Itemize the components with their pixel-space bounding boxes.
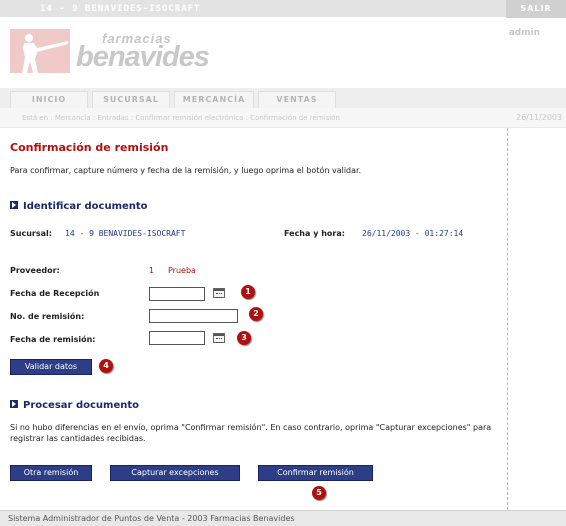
remision-number-label: No. de remisión: xyxy=(10,312,85,321)
step-marker-1: 1 xyxy=(241,285,255,299)
header: farmacias benavides admin xyxy=(0,18,566,88)
supplier-label: Proveedor: xyxy=(10,266,60,275)
section-arrow-icon xyxy=(10,400,18,408)
footer-text: Sistema Administrador de Puntos de Venta… xyxy=(8,514,295,523)
tab-sucursal[interactable]: SUCURSAL xyxy=(92,91,170,108)
breadcrumb: Está en : Mercancía : Entradas : Confirm… xyxy=(22,114,340,122)
page-intro: Para confirmar, capture número y fecha d… xyxy=(10,166,362,175)
section-identify: Identificar documento xyxy=(10,201,148,212)
reception-date-field[interactable] xyxy=(149,287,205,301)
current-date: 26/11/2003 xyxy=(516,113,563,122)
brand-logo: farmacias benavides xyxy=(10,29,220,73)
step-marker-5: 5 xyxy=(312,486,326,500)
tab-inicio[interactable]: INICIO xyxy=(10,91,88,108)
datetime-value: 26/11/2003 - 01:27:14 xyxy=(362,229,464,238)
calendar-icon[interactable] xyxy=(213,288,225,298)
step-marker-3: 3 xyxy=(237,331,251,345)
section-process: Procesar documento xyxy=(10,400,139,411)
tab-ventas[interactable]: VENTAS xyxy=(258,91,336,108)
remision-date-label: Fecha de remisión: xyxy=(10,335,96,344)
branch-label: Sucursal: xyxy=(10,229,52,238)
breadcrumb-bar: Está en : Mercancía : Entradas : Confirm… xyxy=(0,108,566,128)
logo-text-big: benavides xyxy=(76,41,210,73)
remision-number-field[interactable] xyxy=(149,309,238,323)
tab-mercancia[interactable]: MERCANCÍA xyxy=(174,91,254,108)
remision-date-field[interactable] xyxy=(149,331,205,345)
store-indicator: 14 - 9 BENAVIDES-ISOCRAFT xyxy=(40,4,201,14)
user-name: admin xyxy=(508,28,540,38)
other-remision-button[interactable]: Otra remisión xyxy=(10,465,92,481)
supplier-name: Prueba xyxy=(168,266,196,275)
page-title: Confirmación de remisión xyxy=(10,141,169,154)
footer: Sistema Administrador de Puntos de Venta… xyxy=(0,510,566,526)
calendar-icon[interactable] xyxy=(213,333,225,343)
logo-figure-icon xyxy=(10,29,70,73)
step-marker-4: 4 xyxy=(99,359,113,373)
step-marker-2: 2 xyxy=(249,307,263,321)
main-nav: INICIO SUCURSAL MERCANCÍA VENTAS xyxy=(0,88,566,108)
section-arrow-icon xyxy=(10,201,18,209)
top-bar: 14 - 9 BENAVIDES-ISOCRAFT SALIR xyxy=(0,0,566,18)
right-column-divider xyxy=(507,128,508,510)
capture-exceptions-button[interactable]: Capturar excepciones xyxy=(110,465,240,481)
confirm-remision-button[interactable]: Confirmar remisión xyxy=(258,465,373,481)
reception-date-label: Fecha de Recepción xyxy=(10,289,100,298)
section-process-heading: Procesar documento xyxy=(23,400,140,411)
section-identify-heading: Identificar documento xyxy=(23,201,148,212)
process-instructions: Si no hubo diferencias en el envío, opri… xyxy=(10,423,492,443)
logout-button[interactable]: SALIR xyxy=(506,0,566,18)
validate-button[interactable]: Validar datos xyxy=(10,359,92,375)
branch-value: 14 - 9 BENAVIDES-ISOCRAFT xyxy=(65,229,186,238)
supplier-id: 1 xyxy=(149,266,155,275)
datetime-label: Fecha y hora: xyxy=(284,229,345,238)
